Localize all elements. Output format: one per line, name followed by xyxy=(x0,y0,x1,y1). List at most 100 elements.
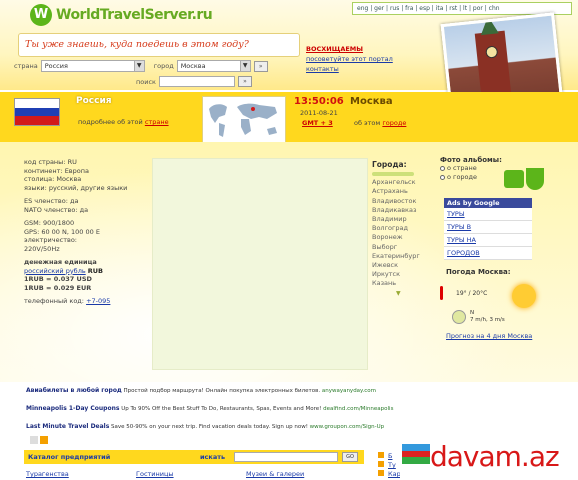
azerbaijan-flag-icon xyxy=(402,444,430,464)
header-link-hot[interactable]: ВОСХИЩАЕМЫ xyxy=(306,45,363,53)
ad-link[interactable]: ТУРЫ НА xyxy=(444,234,532,247)
city-link[interactable]: Ижевск xyxy=(372,261,434,270)
info-electricity-label: электричество: xyxy=(24,236,77,244)
country-select[interactable]: Россия ▼ xyxy=(40,60,145,72)
scroll-down-icon[interactable]: ▼ xyxy=(372,289,434,298)
header-link-contacts[interactable]: контакты xyxy=(306,65,339,73)
city-link[interactable]: Воронеж xyxy=(372,233,434,242)
russia-flag-icon xyxy=(14,98,60,126)
phone-code[interactable]: +7-095 xyxy=(86,297,110,305)
city-link[interactable]: Екатеринбург xyxy=(372,252,434,261)
logo-text: WorldTravelServer.ru xyxy=(56,7,213,23)
city-link[interactable]: Владивосток xyxy=(372,197,434,206)
site-search: поиск » xyxy=(136,76,252,87)
city-more-link[interactable]: городе xyxy=(382,119,406,127)
location-search: страна Россия ▼ город Москва ▼ » xyxy=(14,60,268,72)
info-currency-heading: денежная единица xyxy=(24,258,97,266)
search-button[interactable]: » xyxy=(237,76,252,87)
ad-pager[interactable] xyxy=(30,436,48,444)
content-area xyxy=(152,158,368,370)
info-electricity: 220V/50Hz xyxy=(24,244,60,253)
site-slogan: Ты уже знаешь, куда поедешь в этом году? xyxy=(18,33,300,57)
country-more-link[interactable]: стране xyxy=(145,118,169,126)
catalog-link-hotels[interactable]: Гостиницы xyxy=(136,470,246,478)
weather-widget: Погода Москва: xyxy=(446,268,554,276)
search-input[interactable] xyxy=(158,76,235,87)
local-date: 2011-08-21 xyxy=(300,109,338,117)
info-eu: ES членство: да xyxy=(24,197,79,205)
ad-link[interactable]: ТУРЫ xyxy=(444,208,532,221)
photo-albums-heading: Фото альбомы: xyxy=(440,156,502,164)
next-arrow-icon xyxy=(40,436,48,444)
phone-label: телефонный код: xyxy=(24,297,84,305)
sun-icon xyxy=(512,284,536,308)
chevron-down-icon: ▼ xyxy=(133,61,144,71)
currency-code: RUB xyxy=(87,266,104,275)
city-label: город xyxy=(153,62,174,70)
location-go-button[interactable]: » xyxy=(253,60,268,72)
city-select[interactable]: Москва ▼ xyxy=(176,60,251,72)
city-link[interactable]: Выборг xyxy=(372,243,434,252)
gmt-offset[interactable]: GMT + 3 xyxy=(302,119,333,127)
watermark-text: davam.az xyxy=(430,440,560,473)
rate-usd: 1RUB = 0.037 USD xyxy=(24,275,92,283)
header-link-recommend[interactable]: посоветуйте этот портал xyxy=(306,55,393,63)
text-ad[interactable]: Авиабилеты в любой город Простой подбор … xyxy=(26,382,550,400)
city-link[interactable]: Владимир xyxy=(372,215,434,224)
shield-icon xyxy=(526,168,544,190)
compass-icon xyxy=(452,310,466,324)
city-link[interactable]: Архангельск xyxy=(372,178,434,187)
city-link[interactable]: Иркутск xyxy=(372,270,434,279)
header-links: ВОСХИЩАЕМЫ посоветуйте этот портал конта… xyxy=(306,44,393,74)
thermometer-icon xyxy=(440,286,443,300)
rate-eur: 1RUB = 0.029 EUR xyxy=(24,283,92,292)
chevron-down-icon: ▼ xyxy=(239,61,250,71)
cities-heading: Города: xyxy=(372,160,407,169)
info-capital: столица: Москва xyxy=(24,175,82,183)
catalog-link-museums[interactable]: Музеи & галереи xyxy=(246,470,356,478)
country-more: подробнее об этой стране xyxy=(78,118,169,126)
business-catalog: Каталог предприятий искать GO xyxy=(24,450,364,464)
search-label: поиск xyxy=(136,77,156,86)
local-time: 13:50:06 xyxy=(294,96,344,107)
country-info: код страны: RU континент: Европа столица… xyxy=(24,158,146,306)
prev-arrow-icon xyxy=(30,436,38,444)
ad-link[interactable]: ГОРОДОВ xyxy=(444,247,532,260)
side-link[interactable]: Ту xyxy=(388,461,396,469)
side-link[interactable]: Б xyxy=(388,452,392,460)
text-ad[interactable]: Minneapolis 1-Day Coupons Up To 90% Off … xyxy=(26,400,550,418)
text-ad[interactable]: Last Minute Travel Deals Save 50-90% on … xyxy=(26,418,550,436)
bullet-icon xyxy=(378,461,384,467)
temperature: 19° / 20°C xyxy=(456,290,488,297)
info-code: код страны: RU xyxy=(24,158,77,166)
watermark: davam.az xyxy=(400,440,578,480)
cities-scrollbar[interactable] xyxy=(372,172,414,177)
catalog-search-input[interactable] xyxy=(234,452,338,462)
catalog-link-travel[interactable]: Турагенства xyxy=(26,470,136,478)
catalog-go-button[interactable]: GO xyxy=(342,452,358,462)
camera-icon[interactable] xyxy=(504,170,524,188)
cities-list: Города: Архангельск Астрахань Владивосто… xyxy=(372,160,434,298)
info-nato: NATO членство: да xyxy=(24,205,89,214)
flag-stripe-red xyxy=(15,116,59,125)
world-map-icon[interactable] xyxy=(202,96,286,144)
google-ads: Ads by Google ТУРЫ ТУРЫ В ТУРЫ НА ГОРОДО… xyxy=(444,198,532,260)
flag-stripe-blue xyxy=(15,107,59,117)
ads-heading[interactable]: Ads by Google xyxy=(444,198,532,208)
weather-heading: Погода Москва: xyxy=(446,268,511,276)
city-link[interactable]: Волгоград xyxy=(372,224,434,233)
site-logo[interactable]: W WorldTravelServer.ru xyxy=(30,4,213,26)
city-more: об этом городе xyxy=(354,119,407,127)
city-link[interactable]: Астрахань xyxy=(372,187,434,196)
forecast-link[interactable]: Прогноз на 4 дня Москва xyxy=(446,332,532,340)
city-name: Москва xyxy=(350,96,393,107)
currency-link[interactable]: российский рубль xyxy=(24,267,86,275)
text-ads: Авиабилеты в любой город Простой подбор … xyxy=(26,382,550,436)
info-gsm: GSM: 900/1800 xyxy=(24,219,75,227)
catalog-links: Турагенства Гостиницы Музеи & галереи xyxy=(26,470,366,478)
city-link[interactable]: Владикавказ xyxy=(372,206,434,215)
city-link[interactable]: Казань xyxy=(372,279,434,288)
ad-link[interactable]: ТУРЫ В xyxy=(444,221,532,234)
logo-mark-icon: W xyxy=(30,4,52,26)
bullet-icon xyxy=(378,470,384,476)
